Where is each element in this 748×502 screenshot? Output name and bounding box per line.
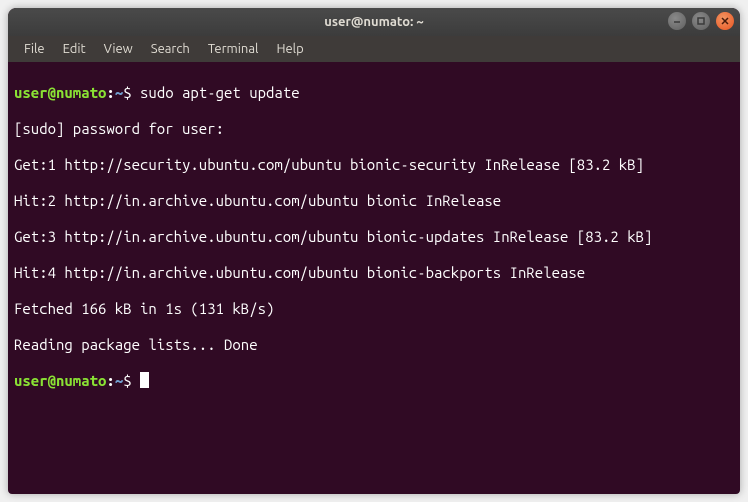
menu-search[interactable]: Search bbox=[143, 38, 198, 60]
terminal-output-line: Get:1 http://security.ubuntu.com/ubuntu … bbox=[14, 156, 734, 174]
window-title: user@numato: ~ bbox=[324, 15, 423, 29]
close-button[interactable] bbox=[716, 12, 734, 30]
terminal-window: user@numato: ~ File Edit View Search Ter… bbox=[8, 8, 740, 494]
menu-terminal[interactable]: Terminal bbox=[200, 38, 267, 60]
menu-file[interactable]: File bbox=[16, 38, 53, 60]
prompt-colon: : bbox=[106, 84, 114, 101]
maximize-button[interactable] bbox=[692, 12, 710, 30]
menu-edit[interactable]: Edit bbox=[55, 38, 94, 60]
prompt-dollar: $ bbox=[123, 372, 140, 389]
terminal-output-line: Hit:4 http://in.archive.ubuntu.com/ubunt… bbox=[14, 264, 734, 282]
window-controls bbox=[668, 12, 734, 30]
titlebar: user@numato: ~ bbox=[8, 8, 740, 36]
minimize-button[interactable] bbox=[668, 12, 686, 30]
cursor-icon bbox=[140, 372, 149, 388]
prompt-userhost: user@numato bbox=[14, 372, 106, 389]
menu-view[interactable]: View bbox=[96, 38, 141, 60]
prompt-path: ~ bbox=[115, 84, 123, 101]
terminal-output-line: Hit:2 http://in.archive.ubuntu.com/ubunt… bbox=[14, 192, 734, 210]
terminal-output-line: Get:3 http://in.archive.ubuntu.com/ubunt… bbox=[14, 228, 734, 246]
prompt-path: ~ bbox=[115, 372, 123, 389]
prompt-dollar: $ bbox=[123, 84, 140, 101]
terminal-area[interactable]: user@numato:~$ sudo apt-get update [sudo… bbox=[8, 62, 740, 430]
menubar: File Edit View Search Terminal Help bbox=[8, 36, 740, 62]
command-text: sudo apt-get update bbox=[140, 84, 300, 101]
terminal-line: user@numato:~$ bbox=[14, 372, 734, 390]
prompt-colon: : bbox=[106, 372, 114, 389]
terminal-output-line: Reading package lists... Done bbox=[14, 336, 734, 354]
prompt-userhost: user@numato bbox=[14, 84, 106, 101]
terminal-line: user@numato:~$ sudo apt-get update bbox=[14, 84, 734, 102]
menu-help[interactable]: Help bbox=[268, 38, 311, 60]
terminal-output-line: Fetched 166 kB in 1s (131 kB/s) bbox=[14, 300, 734, 318]
terminal-output-line: [sudo] password for user: bbox=[14, 120, 734, 138]
